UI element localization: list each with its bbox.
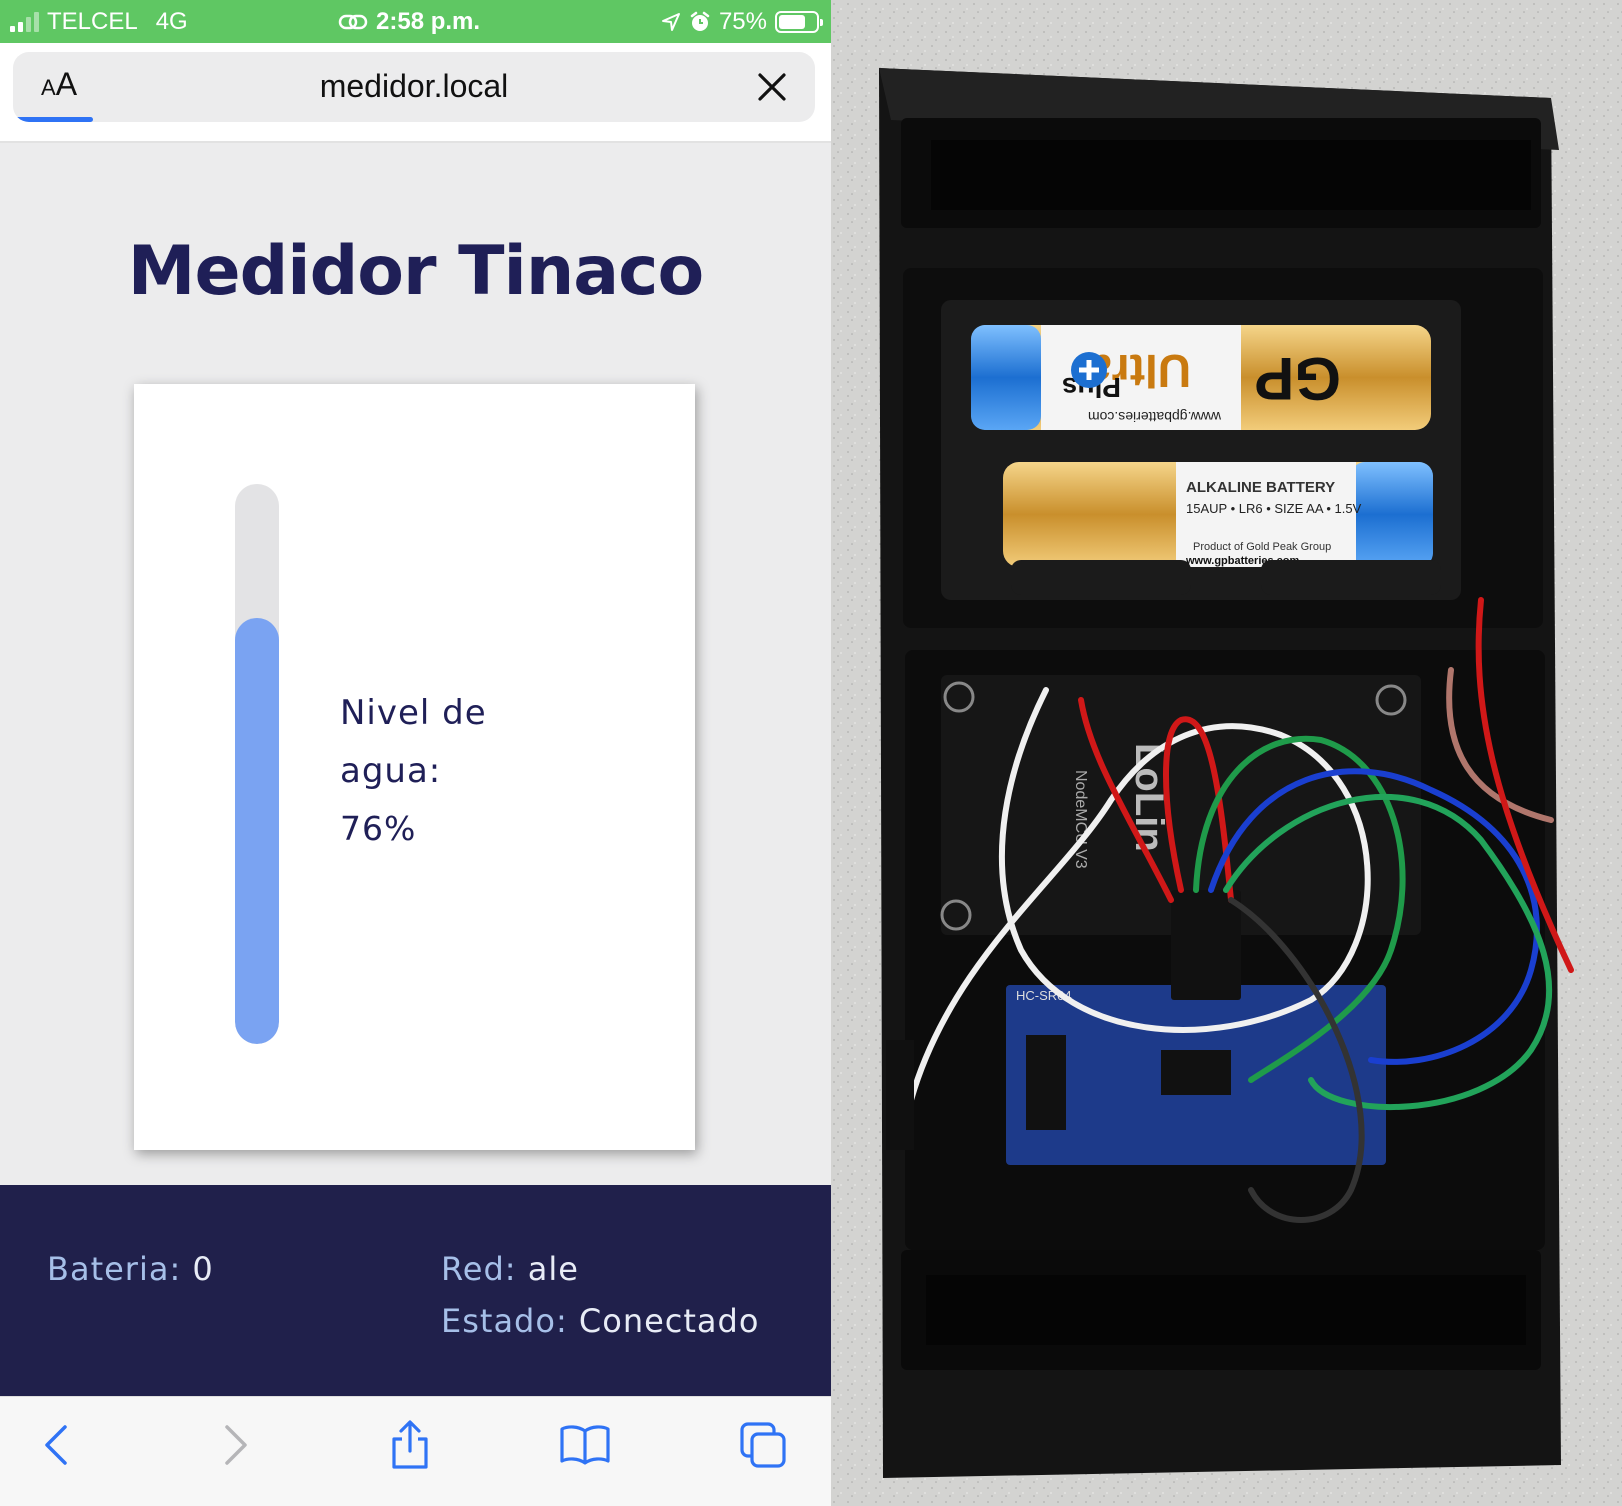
signal-icon [10, 12, 39, 32]
battery-percent: 75% [718, 8, 767, 35]
location-icon [661, 13, 680, 31]
water-level-card: Nivel de agua: 76% [134, 384, 695, 1150]
status-left: TELCEL 4G [10, 8, 188, 36]
forward-button[interactable] [208, 1417, 264, 1473]
url-text[interactable]: medidor.local [13, 68, 815, 105]
carrier-name: TELCEL [47, 8, 138, 35]
address-bar[interactable]: AA medidor.local [13, 52, 815, 122]
footer-state: Estado: Conectado [441, 1302, 759, 1340]
network-value: ale [527, 1250, 579, 1288]
battery-bottom-line1: ALKALINE BATTERY [1186, 479, 1335, 496]
loose-connector [886, 1040, 914, 1150]
network-label: Red: [441, 1250, 517, 1288]
level-value: 76% [340, 809, 417, 848]
battery-top-web: www.gpbatteries.com [1088, 409, 1222, 425]
alarm-icon [690, 11, 710, 31]
state-label: Estado: [441, 1302, 568, 1340]
battery-bottom-line2: 15AUP • LR6 • SIZE AA • 1.5V [1186, 501, 1362, 516]
share-icon [392, 1420, 428, 1469]
jumper-connector [1171, 890, 1241, 1000]
battery-fill [779, 15, 805, 29]
status-bar: TELCEL 4G 2:58 p.m. 75% [0, 0, 831, 43]
tabs-icon [740, 1422, 786, 1468]
water-level-fill [235, 618, 279, 1044]
link-icon [338, 14, 368, 30]
battery-bottom-line3: Product of Gold Peak Group [1193, 541, 1331, 553]
back-button[interactable] [28, 1417, 84, 1473]
browser-address-area: AA medidor.local [0, 43, 831, 143]
forward-icon [225, 1425, 247, 1465]
device-photo: GP Ultra Plus www.gpbatteries.com ALKALI… [831, 0, 1622, 1506]
battery-label: Bateria: [47, 1250, 182, 1288]
status-footer: Bateria: 0 Red: ale Estado: Conectado [0, 1185, 831, 1396]
footer-network: Red: ale [441, 1250, 579, 1288]
battery-top-brand: GP [1254, 345, 1341, 412]
water-level-gauge [235, 484, 279, 1044]
page-load-progress [13, 117, 94, 122]
battery-icon [775, 11, 823, 33]
phone-screenshot: TELCEL 4G 2:58 p.m. 75% AA medidor.local… [0, 0, 831, 1506]
state-value: Conectado [578, 1302, 760, 1340]
browser-toolbar [0, 1396, 831, 1506]
bookmarks-button[interactable] [557, 1417, 613, 1473]
network-type: 4G [155, 8, 188, 35]
battery-top: GP Ultra Plus www.gpbatteries.com [971, 325, 1431, 430]
bookmarks-icon [560, 1425, 610, 1465]
board-label: NodeMCU V3 [1072, 770, 1089, 869]
water-level-text: Nivel de agua: 76% [340, 684, 570, 858]
battery-value: 0 [192, 1250, 214, 1288]
footer-battery: Bateria: 0 [47, 1250, 214, 1288]
level-label-line2: agua: [340, 751, 442, 791]
page-title: Medidor Tinaco [127, 232, 704, 311]
clock-time: 2:58 p.m. [376, 8, 481, 35]
status-right: 75% [661, 8, 823, 36]
share-button[interactable] [382, 1417, 438, 1473]
back-icon [45, 1425, 67, 1465]
tabs-button[interactable] [735, 1417, 791, 1473]
close-icon[interactable] [755, 70, 789, 104]
status-center: 2:58 p.m. [338, 8, 480, 36]
enclosure-photo-illustration: GP Ultra Plus www.gpbatteries.com ALKALI… [831, 0, 1622, 1506]
level-label-line1: Nivel de [340, 693, 487, 733]
